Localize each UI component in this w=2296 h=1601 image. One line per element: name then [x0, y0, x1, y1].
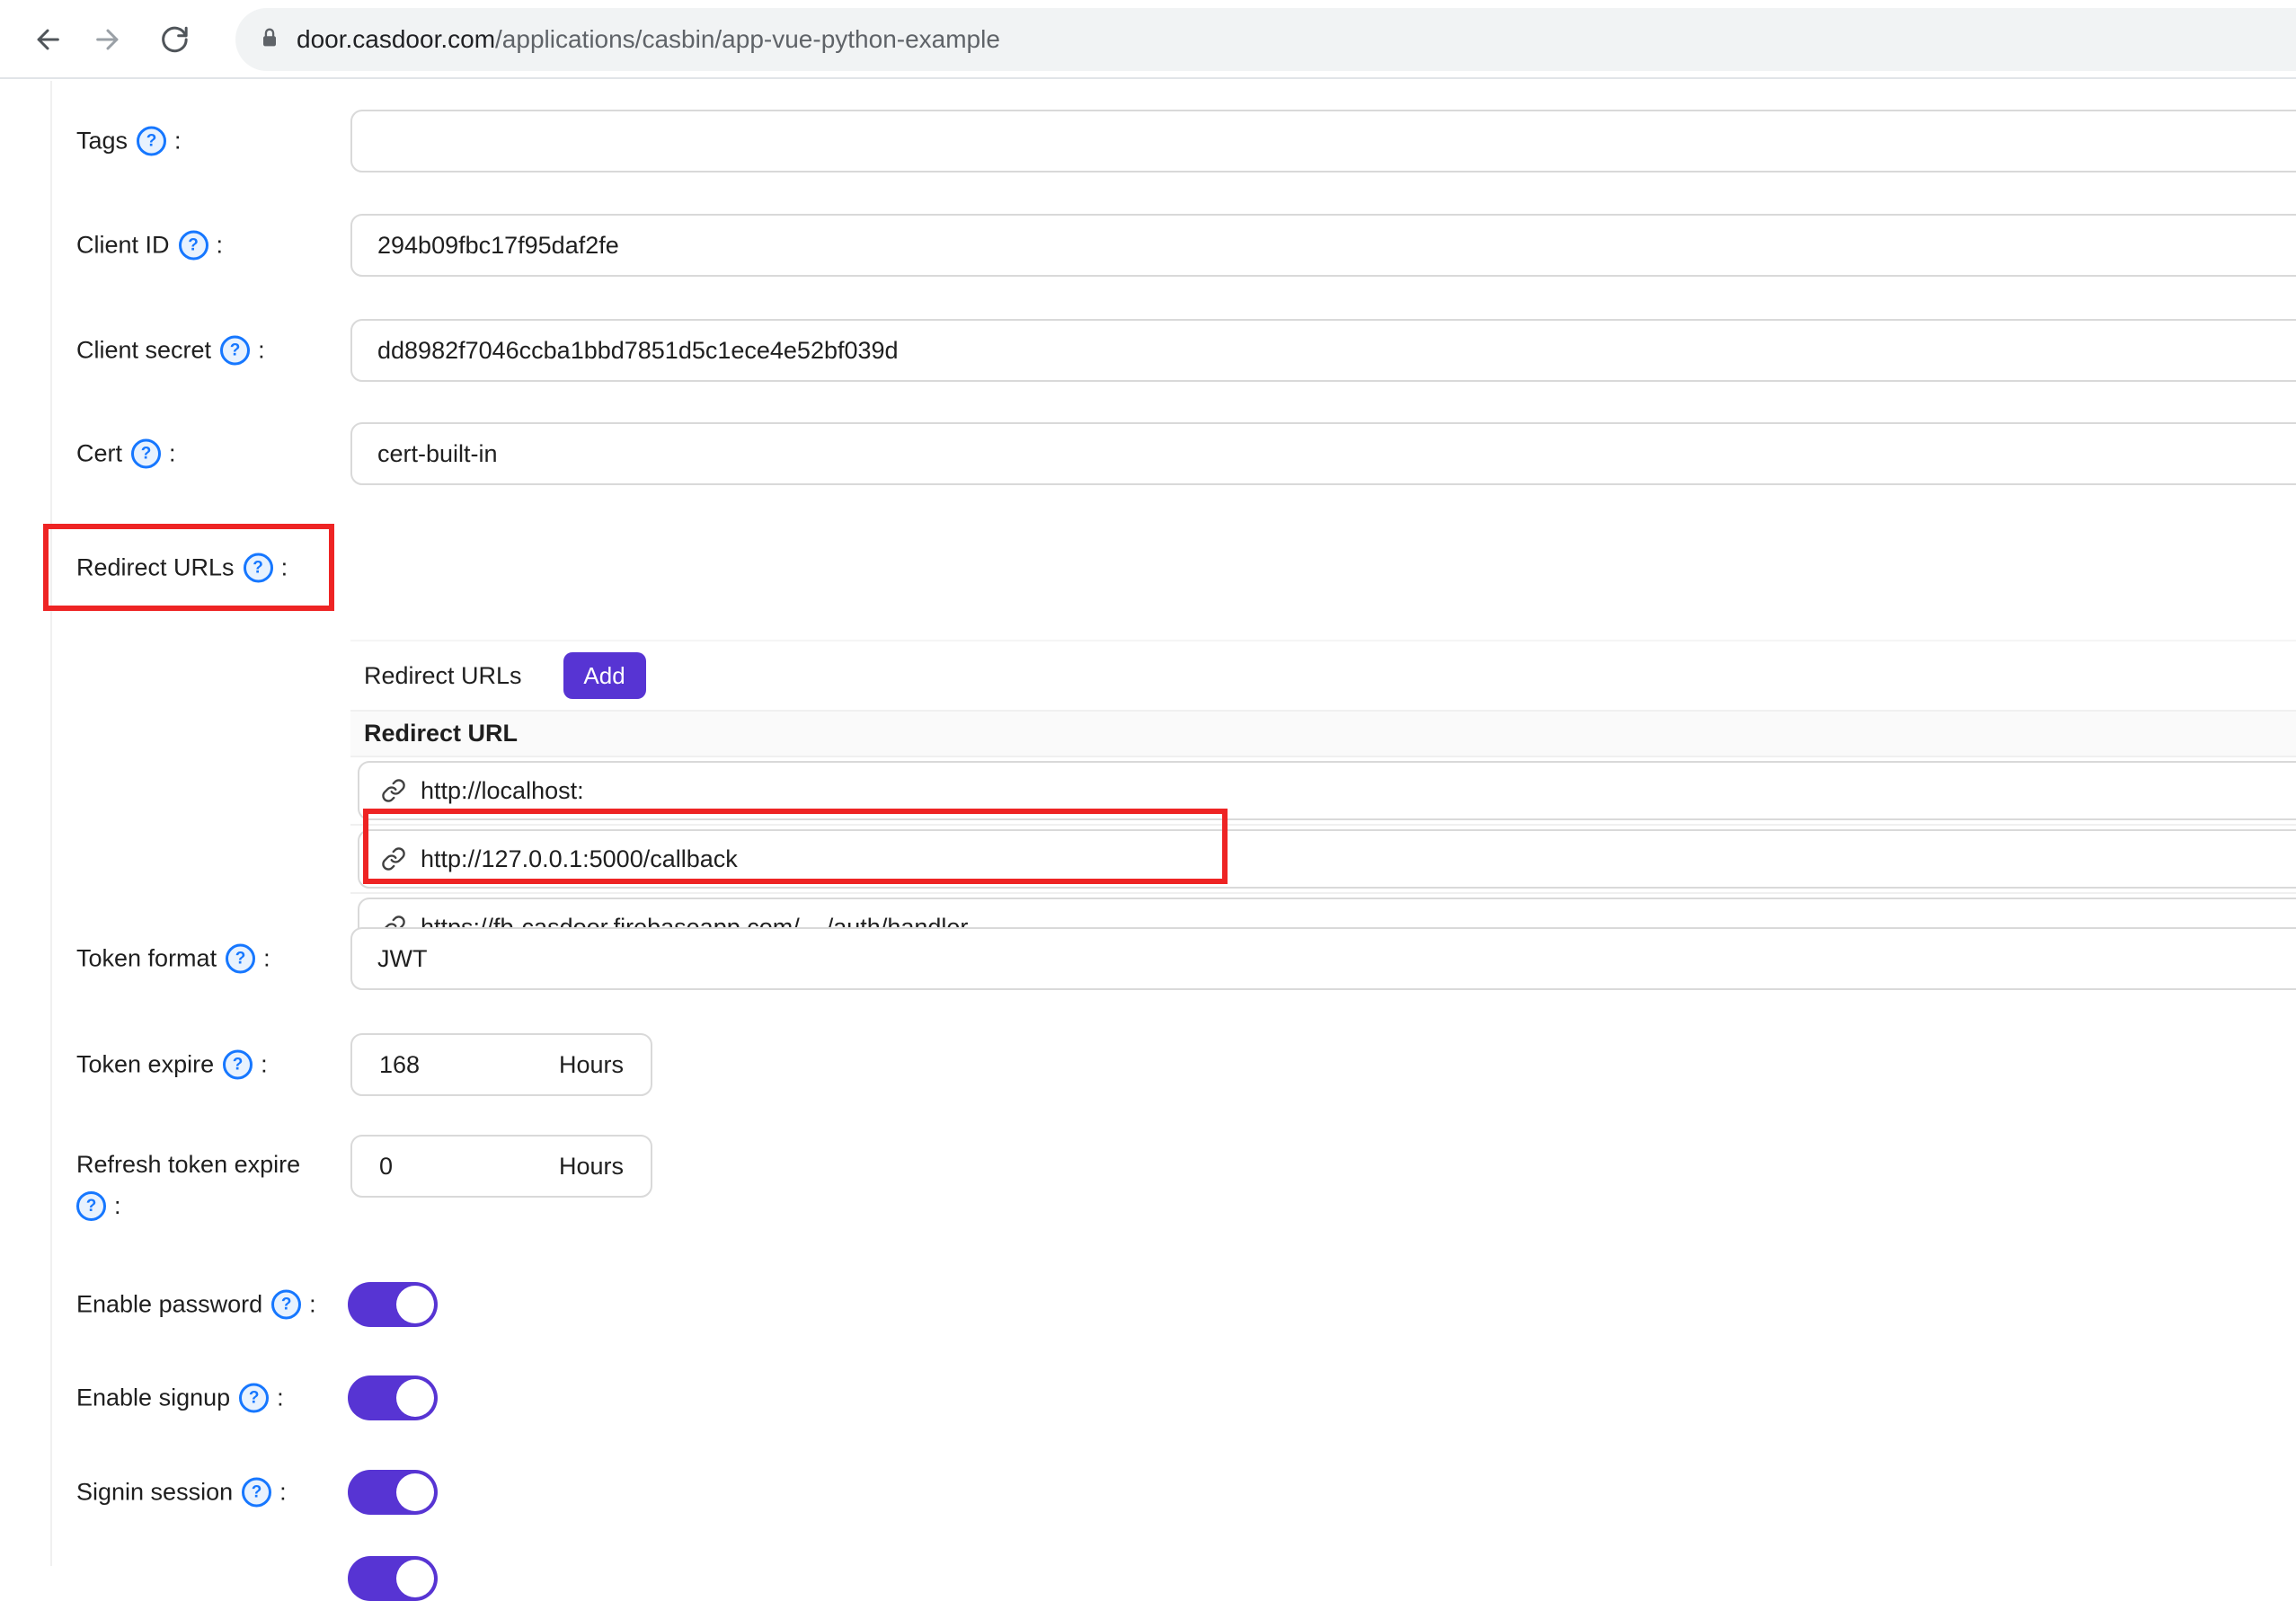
- back-icon[interactable]: [32, 24, 63, 55]
- address-bar[interactable]: door.casdoor.com/applications/casbin/app…: [235, 8, 2296, 71]
- enable-signup-toggle[interactable]: [348, 1375, 438, 1420]
- help-icon[interactable]: [76, 1191, 106, 1221]
- toggle-knob: [396, 1473, 434, 1511]
- redirect-table-title: Redirect URLs: [364, 662, 522, 690]
- help-icon[interactable]: [242, 1478, 271, 1508]
- toggle-knob: [396, 1286, 434, 1323]
- add-redirect-url-button[interactable]: Add: [563, 652, 646, 699]
- client-id-input[interactable]: [350, 214, 2296, 277]
- token-expire-value: 168: [379, 1051, 420, 1079]
- annotation-box-redirect-label: [43, 524, 334, 611]
- url-domain: door.casdoor.com: [297, 25, 495, 53]
- tags-input[interactable]: [350, 110, 2296, 172]
- token-format-input[interactable]: [350, 927, 2296, 990]
- url-text: door.casdoor.com/applications/casbin/app…: [297, 25, 1000, 54]
- browser-toolbar: door.casdoor.com/applications/casbin/app…: [0, 0, 2296, 79]
- cert-input[interactable]: [350, 422, 2296, 485]
- toggle-knob: [396, 1379, 434, 1417]
- refresh-token-expire-input[interactable]: 0 Hours: [350, 1135, 652, 1198]
- refresh-token-expire-value: 0: [379, 1153, 393, 1181]
- signin-session-toggle[interactable]: [348, 1470, 438, 1515]
- redirect-urls-table: Redirect URLs Add Redirect URL http://lo…: [350, 640, 2296, 962]
- client-secret-input[interactable]: [350, 319, 2296, 382]
- help-icon[interactable]: [137, 127, 166, 156]
- card-left-border: [50, 81, 52, 1566]
- token-expire-unit: Hours: [559, 1051, 624, 1079]
- help-icon[interactable]: [271, 1290, 301, 1320]
- reload-icon[interactable]: [158, 24, 189, 55]
- redirect-url-column-header: Redirect URL: [350, 710, 2296, 757]
- redirect-url-value: http://localhost:: [421, 777, 584, 805]
- annotation-box-firebase-url: [363, 809, 1228, 884]
- help-icon[interactable]: [239, 1384, 269, 1413]
- forward-icon[interactable]: [93, 24, 123, 55]
- refresh-token-expire-label: Refresh token expire: [76, 1151, 337, 1221]
- token-expire-input[interactable]: 168 Hours: [350, 1033, 652, 1096]
- help-icon[interactable]: [179, 231, 208, 261]
- partial-toggle[interactable]: [348, 1556, 438, 1601]
- signin-session-label: Signin session: [76, 1478, 346, 1508]
- token-format-label: Token format: [76, 944, 346, 974]
- help-icon[interactable]: [131, 439, 161, 469]
- enable-password-label: Enable password: [76, 1290, 346, 1320]
- enable-password-toggle[interactable]: [348, 1282, 438, 1327]
- link-icon: [381, 778, 406, 803]
- token-expire-label: Token expire: [76, 1050, 346, 1080]
- enable-signup-label: Enable signup: [76, 1384, 346, 1413]
- cert-label: Cert: [76, 439, 346, 469]
- lock-icon[interactable]: [257, 25, 282, 54]
- help-icon[interactable]: [226, 944, 255, 974]
- help-icon[interactable]: [220, 336, 250, 366]
- url-path: /applications/casbin/app-vue-python-exam…: [495, 25, 1000, 53]
- client-secret-label: Client secret: [76, 336, 346, 366]
- redirect-table-header: Redirect URLs Add: [350, 641, 2296, 710]
- toggle-knob: [396, 1560, 434, 1597]
- tags-label: Tags: [76, 127, 346, 156]
- client-id-label: Client ID: [76, 231, 346, 261]
- refresh-token-expire-unit: Hours: [559, 1153, 624, 1181]
- help-icon[interactable]: [223, 1050, 253, 1080]
